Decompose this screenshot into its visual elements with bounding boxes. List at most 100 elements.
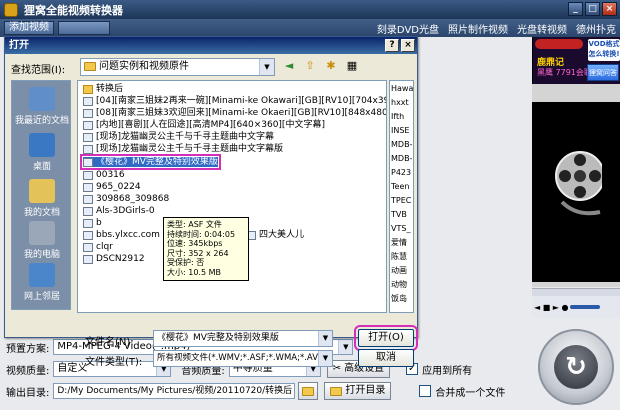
list-item[interactable]: [现场]龙猫幽灵公主千与千寻主题曲中文字幕 <box>83 132 274 142</box>
open-directory-button[interactable]: 打开目录 <box>324 382 392 400</box>
file-name: 动画 <box>391 266 407 275</box>
place-my-documents[interactable]: 我的文档 <box>12 179 72 218</box>
preview-screen <box>532 102 620 282</box>
file-name: Hawa <box>391 84 414 93</box>
browse-button[interactable] <box>298 382 319 400</box>
toolbar-disabled-button[interactable] <box>58 21 110 35</box>
list-item[interactable]: [08][南家三姐妹3欢迎回来][Minami-ke Okaeri][GB][R… <box>83 108 386 118</box>
burn-dvd-link[interactable]: 刻录DVD光盘 <box>377 21 439 36</box>
cancel-button[interactable]: 取消 <box>358 349 414 367</box>
file-name: [现场]龙猫幽灵公主千与千寻主题曲中文字幕 <box>96 132 275 142</box>
video-file-icon <box>83 108 93 118</box>
dialog-help-button[interactable]: ? <box>385 39 399 52</box>
list-item[interactable]: [现场]龙猫幽灵公主千与千寻主题曲中文字幕版 <box>83 144 283 154</box>
photo-video-link[interactable]: 照片制作视频 <box>448 21 508 36</box>
list-item[interactable]: 00316 <box>83 170 125 180</box>
output-row: 输出目录: D:/My Documents/My Pictures/视频/201… <box>6 382 505 400</box>
list-item[interactable]: TVB <box>391 210 407 220</box>
video-file-icon <box>83 144 93 154</box>
video-file-icon <box>83 194 93 204</box>
video-file-icon <box>83 182 93 192</box>
lookin-label: 查找范围(I): <box>11 65 66 76</box>
lookin-select[interactable]: 问题实例和视频原件 ▼ <box>80 58 275 76</box>
list-item[interactable]: VTS_ <box>391 224 410 234</box>
file-name: TVB <box>391 210 407 219</box>
player-buttons[interactable]: ◄ ■ ► ● <box>534 303 568 312</box>
back-icon[interactable]: ◄ <box>281 58 297 74</box>
list-item[interactable]: hxxt <box>391 98 409 108</box>
file-name: 965_0224 <box>96 182 141 192</box>
list-item[interactable]: 爱情 <box>391 238 407 248</box>
list-item[interactable]: 309868_309868 <box>83 194 169 204</box>
up-folder-icon[interactable]: ⇧ <box>302 58 318 74</box>
tooltip-duration: 持续时间: 0:04:05 <box>167 229 236 239</box>
open-button[interactable]: 打开(O) <box>354 325 418 351</box>
filetype-select[interactable]: 所有视频文件(*.WMV;*.ASF;*.WMA;*.AVI; ▼ <box>153 350 333 367</box>
dialog-close-button[interactable]: × <box>401 39 415 52</box>
filename-input[interactable]: 《樱花》MV完整及特别效果版 ▼ <box>153 330 333 347</box>
list-item[interactable]: clqr <box>83 242 113 252</box>
apply-all-option[interactable]: ✓ 应用到所有 <box>406 362 472 377</box>
volume-slider[interactable] <box>570 305 601 309</box>
output-path-input[interactable]: D:/My Documents/My Pictures/视频/20110720/… <box>53 383 296 399</box>
filename-value: 《樱花》MV完整及特别效果版 <box>157 333 279 343</box>
list-item[interactable]: Hawa <box>391 84 413 94</box>
list-item[interactable]: 动画 <box>391 266 407 276</box>
merge-checkbox[interactable] <box>419 385 432 397</box>
list-item[interactable]: 陈慧 <box>391 252 407 262</box>
my-documents-icon <box>29 179 55 203</box>
list-item[interactable]: P423 <box>391 168 411 178</box>
list-item[interactable]: 965_0224 <box>83 182 141 192</box>
add-video-button[interactable]: 添加视频 <box>4 21 54 35</box>
close-button[interactable]: × <box>602 2 617 16</box>
place-recent[interactable]: 我最近的文档 <box>12 87 72 126</box>
list-item[interactable]: Teen <box>391 182 409 192</box>
list-item[interactable]: MDB- <box>391 140 412 150</box>
list-item[interactable]: 转换后 <box>83 84 123 94</box>
output-path-value: D:/My Documents/My Pictures/视频/20110720/… <box>57 386 293 396</box>
app-logo-icon <box>4 2 18 17</box>
place-recent-label: 我最近的文档 <box>14 116 69 126</box>
list-item[interactable]: 饭岛 <box>391 294 407 304</box>
file-name: INSE <box>391 126 410 135</box>
dialog-title-buttons: ? × <box>385 39 415 52</box>
file-name: Als-3DGirls-0 <box>96 206 155 216</box>
place-desktop[interactable]: 桌面 <box>12 133 72 172</box>
disc-to-video-link[interactable]: 光盘转视频 <box>517 21 567 36</box>
list-item[interactable]: MDB- <box>391 154 412 164</box>
output-label: 输出目录: <box>6 387 50 399</box>
apply-all-label: 应用到所有 <box>422 365 473 377</box>
new-folder-icon[interactable]: ✱ <box>323 58 339 74</box>
list-item[interactable]: [内地][喜剧][人在囧途][高清MP4][640×360][中文字幕] <box>83 120 325 130</box>
file-name: MDB- <box>391 140 413 149</box>
place-my-computer[interactable]: 我的电脑 <box>12 221 72 260</box>
list-item[interactable]: INSE <box>391 126 409 136</box>
convert-button[interactable]: ↻ <box>538 329 614 405</box>
file-name: clqr <box>96 242 113 252</box>
list-item[interactable]: Als-3DGirls-0 <box>83 206 155 216</box>
list-item[interactable]: b <box>83 218 102 228</box>
merge-option[interactable]: 合并成一个文件 <box>419 384 505 399</box>
film-reel-icon <box>555 151 602 216</box>
file-list-column-2: Hawa hxxt Ifth INSE MDB- MDB- P423 Teen … <box>389 80 414 313</box>
list-item[interactable]: Ifth <box>391 112 404 122</box>
list-item[interactable]: TPEC <box>391 196 411 206</box>
view-menu-icon[interactable]: ▦ <box>344 58 360 74</box>
list-item[interactable]: DSCN2912 <box>83 254 145 264</box>
minimize-button[interactable]: _ <box>568 2 583 16</box>
ad-banner[interactable]: VOD格式 怎么转换! 鹿鼎记 黑鹰 7791会联盟 狸窝问答 <box>532 37 620 84</box>
file-name: 四大美人儿 <box>259 230 305 240</box>
place-network[interactable]: 网上邻居 <box>12 263 72 302</box>
seek-bar[interactable] <box>532 288 620 296</box>
list-item[interactable]: 动物 <box>391 280 407 290</box>
list-item[interactable]: [04][南家三姐妹2再来一碗][Minami-ke Okawari][GB][… <box>83 96 386 106</box>
vod-ad-badge[interactable]: VOD格式 怎么转换! <box>588 39 620 61</box>
filename-label: 文件名(N): <box>85 337 134 348</box>
list-item-selected[interactable]: 《樱花》MV完整及特别效果版 <box>80 154 221 170</box>
poker-link[interactable]: 德州扑克 <box>576 21 616 36</box>
ad-qa-button[interactable]: 狸窝问答 <box>587 64 619 81</box>
list-item[interactable]: bbs.ylxcc.com <box>83 230 160 240</box>
desktop-icon <box>29 133 55 157</box>
maximize-button[interactable]: □ <box>585 2 600 16</box>
list-item[interactable]: 四大美人儿 <box>246 230 304 240</box>
